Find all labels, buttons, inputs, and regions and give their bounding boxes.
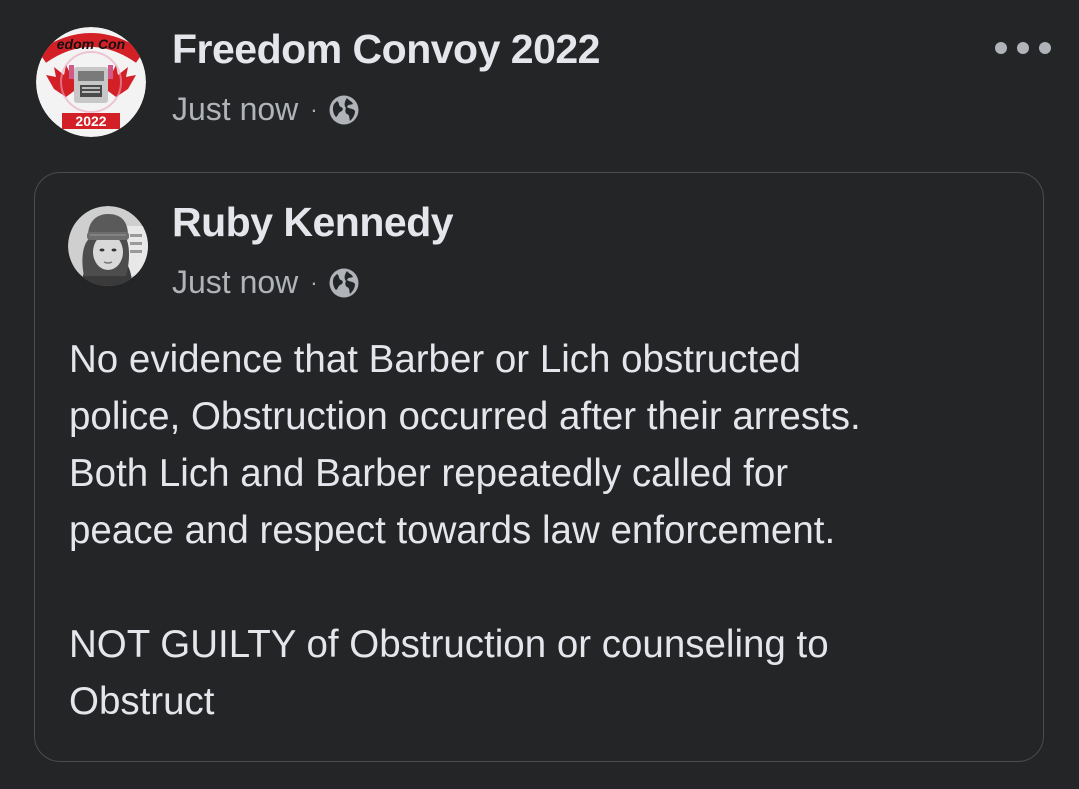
meta-separator: · bbox=[310, 96, 318, 122]
svg-text:edom Con: edom Con bbox=[57, 36, 125, 52]
post-timestamp[interactable]: Just now bbox=[172, 91, 298, 128]
author-photo bbox=[68, 206, 148, 286]
author-name[interactable]: Ruby Kennedy bbox=[172, 199, 454, 246]
freedom-convoy-logo: edom Con 2022 bbox=[36, 27, 146, 137]
more-options-button[interactable] bbox=[995, 35, 1051, 61]
shared-post-timestamp[interactable]: Just now bbox=[172, 264, 298, 301]
post: edom Con 2022 Freedom Convoy 2022 Just n… bbox=[0, 0, 1079, 789]
page-avatar[interactable]: edom Con 2022 bbox=[36, 27, 146, 137]
author-avatar[interactable] bbox=[68, 206, 148, 286]
meta-separator: · bbox=[310, 269, 318, 295]
globe-icon[interactable] bbox=[328, 267, 360, 299]
svg-text:2022: 2022 bbox=[75, 113, 106, 129]
shared-post-card[interactable]: Ruby Kennedy Just now · No evidence that… bbox=[34, 172, 1044, 762]
shared-post-text: No evidence that Barber or Lich obstruct… bbox=[69, 338, 861, 723]
post-meta: Just now · bbox=[172, 91, 360, 128]
shared-post-meta: Just now · bbox=[172, 264, 360, 301]
globe-icon[interactable] bbox=[328, 94, 360, 126]
more-options-icon bbox=[995, 42, 1007, 54]
page-name[interactable]: Freedom Convoy 2022 bbox=[172, 26, 601, 73]
